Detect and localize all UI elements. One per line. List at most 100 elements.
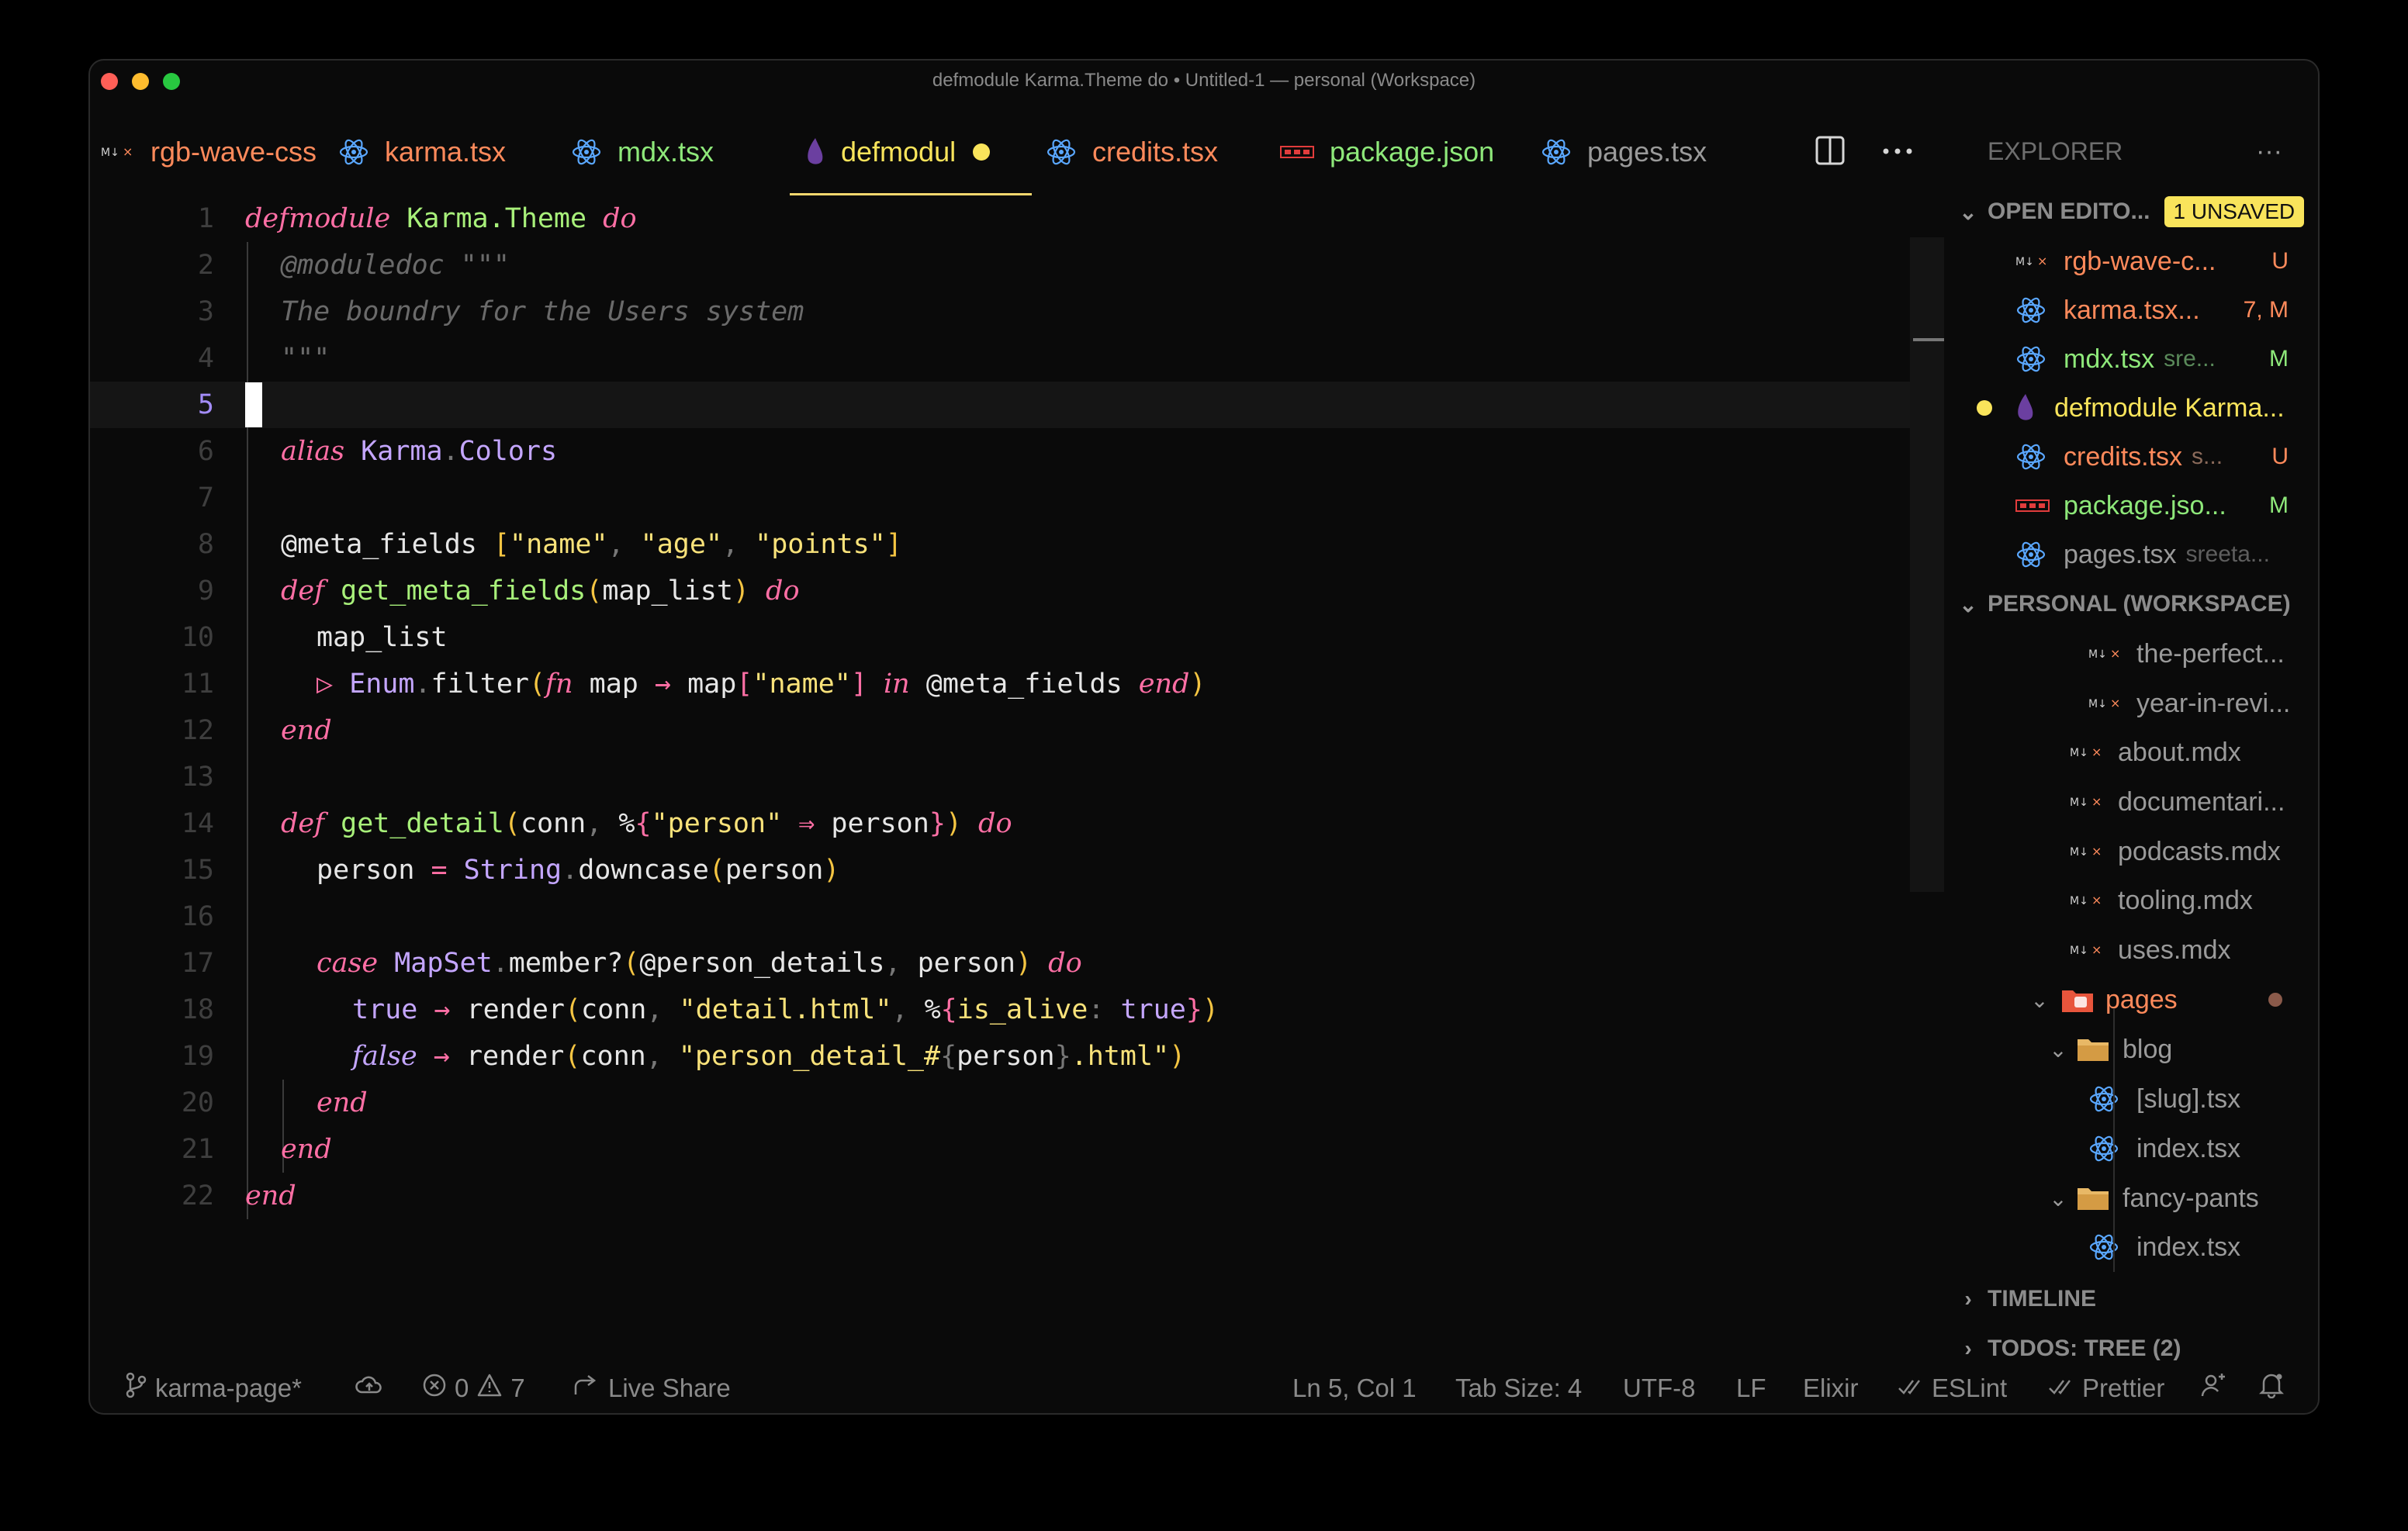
encoding[interactable]: UTF-8 bbox=[1623, 1374, 1696, 1403]
end-of-line[interactable]: LF bbox=[1736, 1374, 1766, 1403]
prettier-status[interactable]: Prettier bbox=[2048, 1374, 2164, 1403]
token-keyword: end bbox=[245, 1180, 296, 1211]
react-icon bbox=[2088, 1232, 2127, 1263]
token-keyword: end bbox=[1138, 669, 1190, 700]
notifications-button[interactable] bbox=[2258, 1372, 2285, 1405]
token-bracket: ( bbox=[586, 575, 603, 607]
chevron-down-icon: ⌄ bbox=[1959, 199, 1977, 224]
token-boolean: true bbox=[1120, 994, 1186, 1025]
line-number: 7 bbox=[197, 482, 214, 513]
tab-package-json[interactable]: package.json bbox=[1280, 109, 1541, 195]
git-status: M bbox=[2269, 492, 2289, 518]
file-name: pages.tsx bbox=[2064, 539, 2177, 569]
problems-status[interactable]: 0 7 bbox=[422, 1373, 525, 1404]
explorer-more-icon[interactable]: ··· bbox=[2256, 137, 2318, 167]
tree-file[interactable]: M↓ × the-perfect... bbox=[1944, 630, 2318, 678]
tree-folder-pages[interactable]: ⌄ pages bbox=[1944, 976, 2318, 1024]
tab-size[interactable]: Tab Size: 4 bbox=[1455, 1374, 1582, 1403]
eslint-status[interactable]: ESLint bbox=[1898, 1374, 2007, 1403]
token-keyword: do bbox=[1048, 948, 1082, 979]
token-bracket: { bbox=[635, 808, 652, 839]
line-number: 1 bbox=[197, 203, 214, 234]
split-editor-icon[interactable] bbox=[1815, 136, 1845, 169]
token-bracket: ] bbox=[850, 669, 867, 700]
token-punct: , bbox=[891, 994, 925, 1025]
svg-text:×: × bbox=[2091, 942, 2102, 957]
language-mode[interactable]: Elixir bbox=[1803, 1374, 1859, 1403]
open-editor-item[interactable]: M↓ × rgb-wave-c... U bbox=[1944, 237, 2318, 285]
react-icon bbox=[2088, 1083, 2127, 1115]
svg-text:M↓: M↓ bbox=[2088, 698, 2107, 710]
more-actions-icon[interactable] bbox=[1882, 145, 1913, 159]
title-bar: defmodule Karma.Theme do • Untitled-1 — … bbox=[90, 60, 2318, 101]
tree-file[interactable]: M↓ × year-in-revi... bbox=[1944, 679, 2318, 727]
open-editors-header[interactable]: ⌄ OPEN EDITO... 1 UNSAVED bbox=[1944, 188, 2318, 236]
token-attr: @meta_fields bbox=[925, 669, 1123, 700]
tree-file[interactable]: M↓ × podcasts.mdx bbox=[1944, 828, 2318, 876]
react-icon bbox=[2015, 441, 2054, 472]
open-editor-item[interactable]: credits.tsx s... U bbox=[1944, 433, 2318, 481]
token-function: filter bbox=[431, 669, 529, 700]
code-line-20: end bbox=[317, 1080, 368, 1126]
explorer-header: EXPLORER ··· bbox=[1944, 127, 2318, 175]
prettier-label: Prettier bbox=[2082, 1374, 2165, 1402]
sync-status[interactable] bbox=[355, 1374, 383, 1403]
token-bracket: } bbox=[1054, 1041, 1071, 1072]
tab-mdx-tsx[interactable]: mdx.tsx bbox=[571, 109, 790, 195]
token-bracket: [ bbox=[736, 669, 753, 700]
token-bracket: ( bbox=[528, 669, 546, 700]
tab-rgb-wave-css[interactable]: M↓ × rgb-wave-css bbox=[90, 109, 338, 195]
line-number: 22 bbox=[181, 1180, 214, 1211]
react-icon bbox=[2015, 344, 2054, 375]
line-number: 13 bbox=[181, 762, 214, 793]
tree-file[interactable]: index.tsx bbox=[1944, 1223, 2318, 1271]
svg-text:M↓: M↓ bbox=[2088, 648, 2107, 661]
open-editor-item[interactable]: package.jso... M bbox=[1944, 482, 2318, 530]
tree-folder-fancy-pants[interactable]: ⌄ fancy-pants bbox=[1944, 1174, 2318, 1222]
bell-icon bbox=[2258, 1372, 2285, 1405]
editor-scrollbar[interactable] bbox=[1910, 237, 1944, 892]
live-share-button[interactable]: Live Share bbox=[573, 1373, 731, 1404]
open-editor-item-active[interactable]: defmodule Karma... bbox=[1944, 384, 2318, 432]
tree-file[interactable]: index.tsx bbox=[1944, 1125, 2318, 1173]
cloud-upload-icon bbox=[355, 1374, 383, 1403]
tab-pages-tsx[interactable]: pages.tsx bbox=[1541, 109, 1735, 195]
tab-karma-tsx[interactable]: karma.tsx bbox=[338, 109, 571, 195]
tab-defmodule-active[interactable]: defmodul bbox=[790, 109, 1032, 195]
unsaved-dot-icon bbox=[973, 143, 991, 161]
timeline-header[interactable]: › TIMELINE bbox=[1944, 1275, 2318, 1323]
line-number: 18 bbox=[181, 994, 214, 1025]
tab-label: rgb-wave-css bbox=[150, 136, 317, 168]
token-doc: @moduledoc """ bbox=[281, 250, 510, 281]
open-editor-item[interactable]: mdx.tsx sre... M bbox=[1944, 335, 2318, 383]
cursor-position[interactable]: Ln 5, Col 1 bbox=[1292, 1374, 1417, 1403]
svg-text:×: × bbox=[123, 144, 133, 159]
tab-label: package.json bbox=[1330, 136, 1495, 168]
code-editor[interactable]: 1 2 3 4 5 6 7 8 9 10 11 12 13 14 15 16 1… bbox=[90, 195, 1944, 1413]
tree-file[interactable]: M↓ × documentari... bbox=[1944, 778, 2318, 826]
current-line-highlight bbox=[90, 382, 1944, 428]
workspace-header[interactable]: ⌄ PERSONAL (WORKSPACE) bbox=[1944, 580, 2318, 628]
tab-label: karma.tsx bbox=[385, 136, 507, 168]
vscode-window: defmodule Karma.Theme do • Untitled-1 — … bbox=[88, 59, 2320, 1415]
open-editor-item[interactable]: pages.tsx sreeta... bbox=[1944, 530, 2318, 579]
tree-file[interactable]: [slug].tsx bbox=[1944, 1075, 2318, 1123]
tree-file[interactable]: M↓ × tooling.mdx bbox=[1944, 876, 2318, 924]
token-punct: , bbox=[721, 529, 756, 560]
tree-file[interactable]: M↓ × uses.mdx bbox=[1944, 926, 2318, 974]
token-bracket: ) bbox=[1169, 1041, 1186, 1072]
tree-file[interactable]: M↓ × about.mdx bbox=[1944, 728, 2318, 776]
open-editor-item[interactable]: karma.tsx... 7, M bbox=[1944, 286, 2318, 334]
tab-credits-tsx[interactable]: credits.tsx bbox=[1032, 109, 1280, 195]
tab-label: credits.tsx bbox=[1092, 136, 1219, 168]
feedback-button[interactable] bbox=[2200, 1372, 2226, 1405]
token-punct: , bbox=[645, 1041, 679, 1072]
branch-status[interactable]: karma-page* bbox=[124, 1372, 302, 1405]
token-var: person bbox=[831, 808, 929, 839]
workspace-title: PERSONAL (WORKSPACE) bbox=[1988, 591, 2291, 617]
tree-folder-blog[interactable]: ⌄ blog bbox=[1944, 1025, 2318, 1073]
token-bracket: { bbox=[940, 994, 957, 1025]
file-path-desc: s... bbox=[2192, 444, 2223, 469]
code-line-9: def get_meta_fields(map_list) do bbox=[281, 568, 800, 614]
token-string: "age" bbox=[640, 529, 722, 560]
